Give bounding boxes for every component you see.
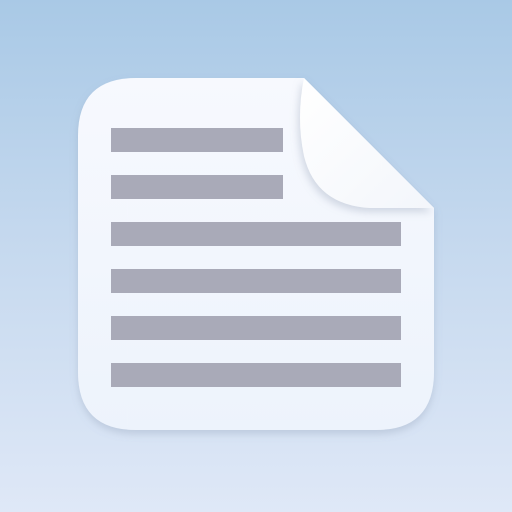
text-line <box>111 363 401 387</box>
app-icon-canvas <box>0 0 512 512</box>
text-line <box>111 128 283 152</box>
text-line <box>111 175 283 199</box>
text-line <box>111 316 401 340</box>
document-icon[interactable] <box>0 0 512 512</box>
text-line <box>111 222 401 246</box>
text-line <box>111 269 401 293</box>
